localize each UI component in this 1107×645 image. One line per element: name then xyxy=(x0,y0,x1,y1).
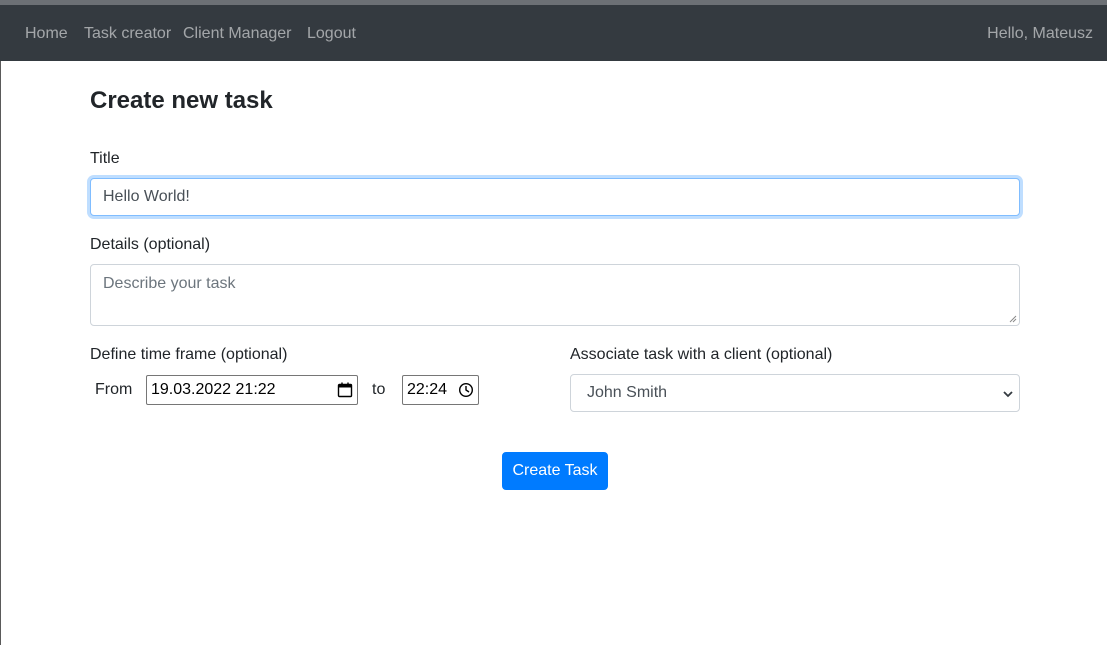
to-time-input[interactable]: 22:24 xyxy=(402,375,479,405)
from-datetime-value: 19.03.2022 21:22 xyxy=(151,381,276,398)
page-title: Create new task xyxy=(90,87,273,114)
navbar: Home Task creator Client Manager Logout … xyxy=(0,5,1107,61)
nav-link-home[interactable]: Home xyxy=(25,24,68,43)
details-textarea[interactable]: Describe your task xyxy=(90,264,1020,326)
title-input-value: Hello World! xyxy=(103,188,190,205)
nav-link-task-creator[interactable]: Task creator xyxy=(84,24,171,43)
to-time-value: 22:24 xyxy=(407,381,448,398)
calendar-icon[interactable] xyxy=(337,382,353,398)
title-label: Title xyxy=(90,150,120,167)
timeframe-label: Define time frame (optional) xyxy=(90,346,288,363)
window-left-edge xyxy=(0,61,1,645)
chevron-down-icon xyxy=(1003,391,1013,398)
from-datetime-input[interactable]: 19.03.2022 21:22 xyxy=(146,375,358,405)
resize-grip-icon[interactable] xyxy=(1009,315,1017,323)
create-task-button[interactable]: Create Task xyxy=(502,452,608,490)
clock-icon[interactable] xyxy=(458,382,474,398)
nav-link-logout[interactable]: Logout xyxy=(307,24,356,43)
details-placeholder: Describe your task xyxy=(103,275,236,292)
user-greeting: Hello, Mateusz xyxy=(987,25,1093,42)
details-label: Details (optional) xyxy=(90,236,211,253)
client-label: Associate task with a client (optional) xyxy=(570,346,833,363)
client-select-value: John Smith xyxy=(587,384,668,401)
nav-link-client-manager[interactable]: Client Manager xyxy=(183,24,292,43)
title-input[interactable]: Hello World! xyxy=(90,178,1020,216)
from-label: From xyxy=(95,381,133,398)
to-label: to xyxy=(372,381,386,398)
client-select[interactable]: John Smith xyxy=(570,374,1020,412)
